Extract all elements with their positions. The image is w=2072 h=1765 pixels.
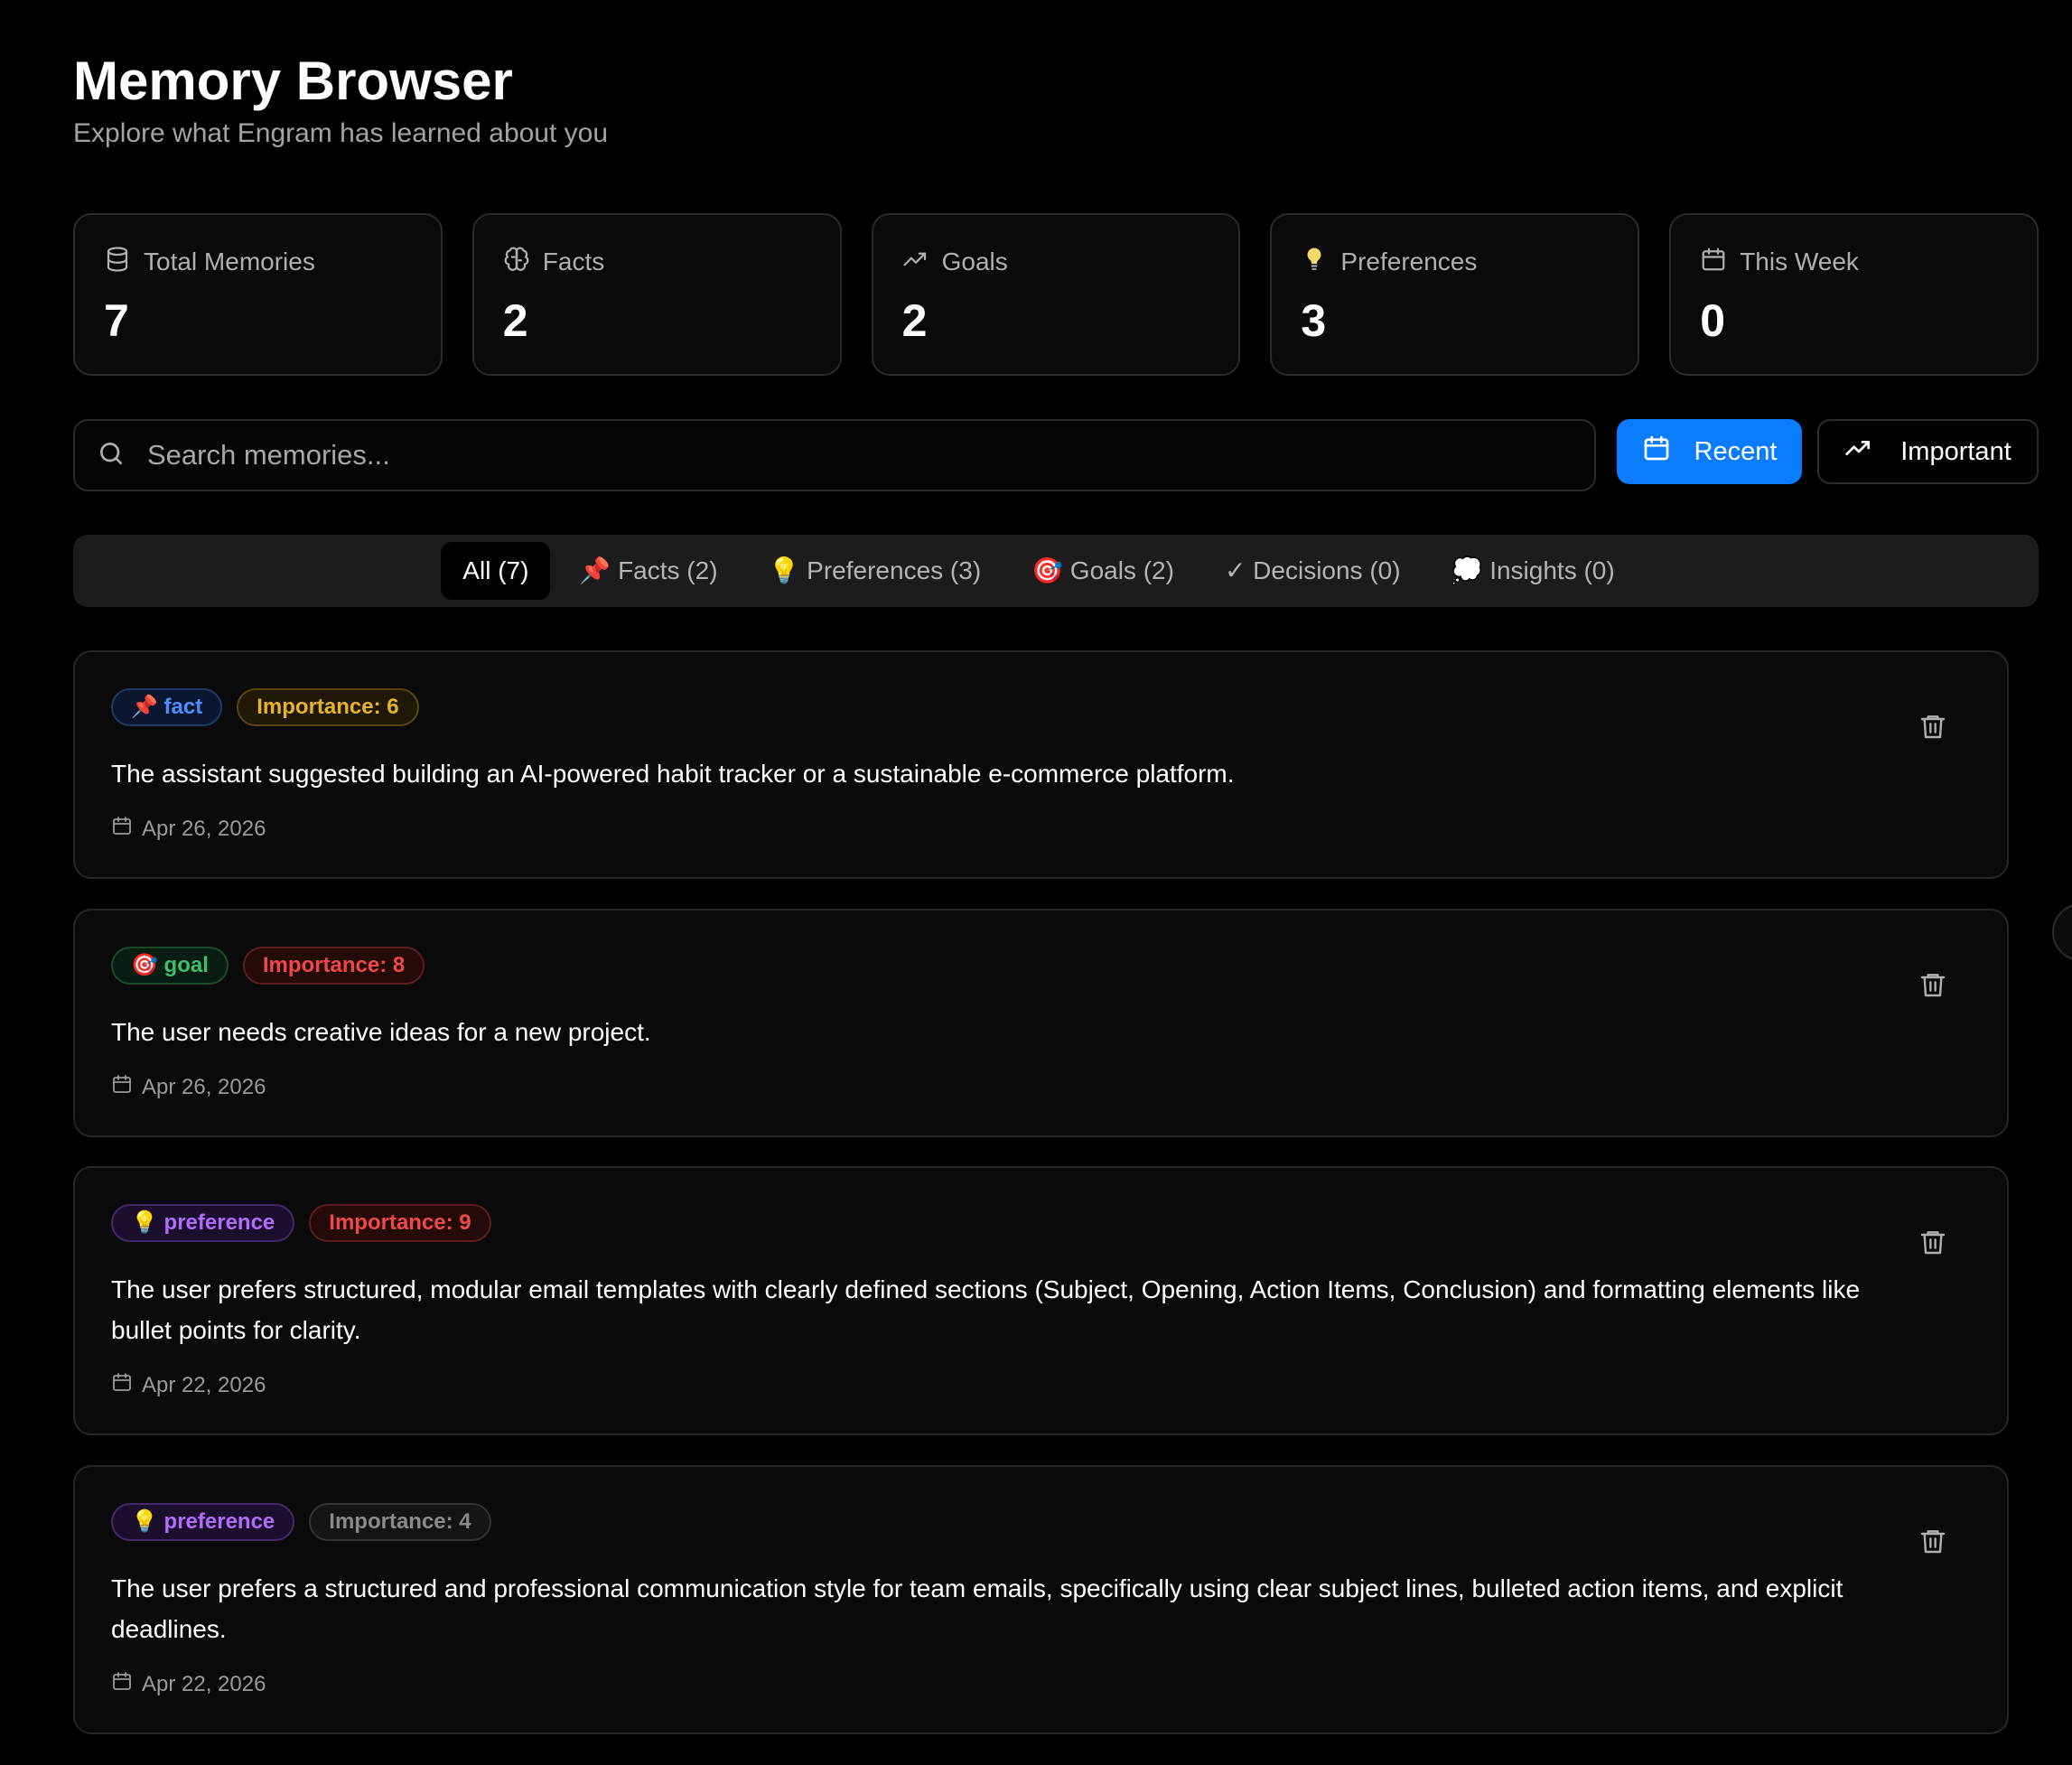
stat-value: 0 — [1700, 295, 1725, 346]
memory-date-text: Apr 26, 2026 — [142, 1074, 266, 1099]
type-badge: 🎯 goal — [111, 947, 229, 985]
stat-card-goals: Goals 2 — [871, 213, 1241, 376]
stat-label: Total Memories — [144, 247, 315, 275]
page-header: Memory Browser Explore what Engram has l… — [73, 47, 608, 152]
memory-date-text: Apr 22, 2026 — [142, 1671, 266, 1696]
search-icon — [97, 439, 126, 472]
memory-date: Apr 22, 2026 — [111, 1371, 266, 1399]
stat-card-this-week: This Week 0 — [1669, 213, 2039, 376]
memory-text: The assistant suggested building an AI-p… — [111, 760, 1235, 788]
importance-badge: Importance: 6 — [237, 688, 419, 726]
stats-row: Total Memories 7 Facts 2 Goals 2 Prefere… — [73, 213, 2039, 376]
calendar-icon — [111, 1073, 133, 1101]
importance-badge: Importance: 9 — [309, 1204, 491, 1242]
trash-icon[interactable] — [1918, 1228, 1947, 1256]
memory-card: 🎯 goal Importance: 8 The user needs crea… — [73, 909, 2009, 1137]
trending-up-icon — [902, 246, 929, 279]
memory-card: 📌 fact Importance: 6 The assistant sugge… — [73, 650, 2009, 879]
stat-label: Facts — [542, 247, 605, 275]
memory-card: 💡 preference Importance: 9 The user pref… — [73, 1166, 2009, 1435]
page-title: Memory Browser — [73, 51, 513, 111]
calendar-icon — [111, 815, 133, 843]
tab-preferences[interactable]: 💡 Preferences (3) — [747, 542, 1003, 600]
database-icon — [104, 246, 131, 279]
tab-all[interactable]: All (7) — [441, 542, 551, 600]
memory-text: The user needs creative ideas for a new … — [111, 1018, 651, 1046]
stat-card-facts: Facts 2 — [471, 213, 842, 376]
filter-tabs: All (7) 📌 Facts (2) 💡 Preferences (3) 🎯 … — [73, 535, 2039, 607]
search-box[interactable] — [73, 419, 1596, 491]
stat-card-preferences: Preferences 3 — [1270, 213, 1640, 376]
stat-label: This Week — [1740, 247, 1859, 275]
type-badge: 📌 fact — [111, 688, 223, 726]
memory-date: Apr 22, 2026 — [111, 1670, 266, 1698]
memory-text: The user prefers structured, modular ema… — [111, 1275, 1861, 1344]
memory-date: Apr 26, 2026 — [111, 815, 266, 843]
stat-value: 3 — [1301, 295, 1327, 346]
sort-important-button[interactable]: Important — [1817, 419, 2039, 484]
stat-label: Preferences — [1340, 247, 1478, 275]
stat-value: 2 — [502, 295, 528, 346]
trending-up-icon — [1844, 434, 1873, 470]
memory-date-text: Apr 26, 2026 — [142, 816, 266, 841]
memory-browser-page: Memory Browser Explore what Engram has l… — [0, 0, 2072, 1765]
stat-card-total-memories: Total Memories 7 — [73, 213, 443, 376]
memory-card: 💡 preference Importance: 4 The user pref… — [73, 1465, 2009, 1734]
tab-facts[interactable]: 📌 Facts (2) — [557, 542, 739, 600]
calendar-icon — [1700, 246, 1727, 279]
trash-icon[interactable] — [1918, 712, 1947, 741]
side-panel-handle[interactable] — [2052, 903, 2072, 961]
trash-icon[interactable] — [1918, 970, 1947, 999]
calendar-icon — [111, 1670, 133, 1698]
brain-icon — [503, 246, 530, 279]
stat-label: Goals — [941, 247, 1008, 275]
memory-date: Apr 26, 2026 — [111, 1073, 266, 1101]
importance-badge: Importance: 8 — [242, 947, 425, 985]
sort-important-label: Important — [1900, 436, 2011, 466]
tab-insights[interactable]: 💭 Insights (0) — [1430, 542, 1637, 600]
page-subtitle: Explore what Engram has learned about yo… — [73, 118, 609, 148]
calendar-icon — [1642, 434, 1671, 470]
tab-goals[interactable]: 🎯 Goals (2) — [1010, 542, 1196, 600]
memory-text: The user prefers a structured and profes… — [111, 1574, 1843, 1643]
trash-icon[interactable] — [1918, 1527, 1947, 1555]
sort-recent-button[interactable]: Recent — [1617, 419, 1802, 484]
stat-value: 2 — [901, 295, 928, 346]
sort-recent-label: Recent — [1694, 436, 1778, 466]
stat-value: 7 — [104, 295, 129, 346]
type-badge: 💡 preference — [111, 1204, 295, 1242]
type-badge: 💡 preference — [111, 1503, 295, 1541]
calendar-icon — [111, 1371, 133, 1399]
lightbulb-icon — [1301, 246, 1328, 279]
importance-badge: Importance: 4 — [309, 1503, 491, 1541]
search-row: Recent Important — [73, 419, 2039, 491]
tab-decisions[interactable]: ✓ Decisions (0) — [1203, 542, 1423, 600]
memory-date-text: Apr 22, 2026 — [142, 1372, 266, 1397]
search-input[interactable] — [145, 438, 1504, 472]
